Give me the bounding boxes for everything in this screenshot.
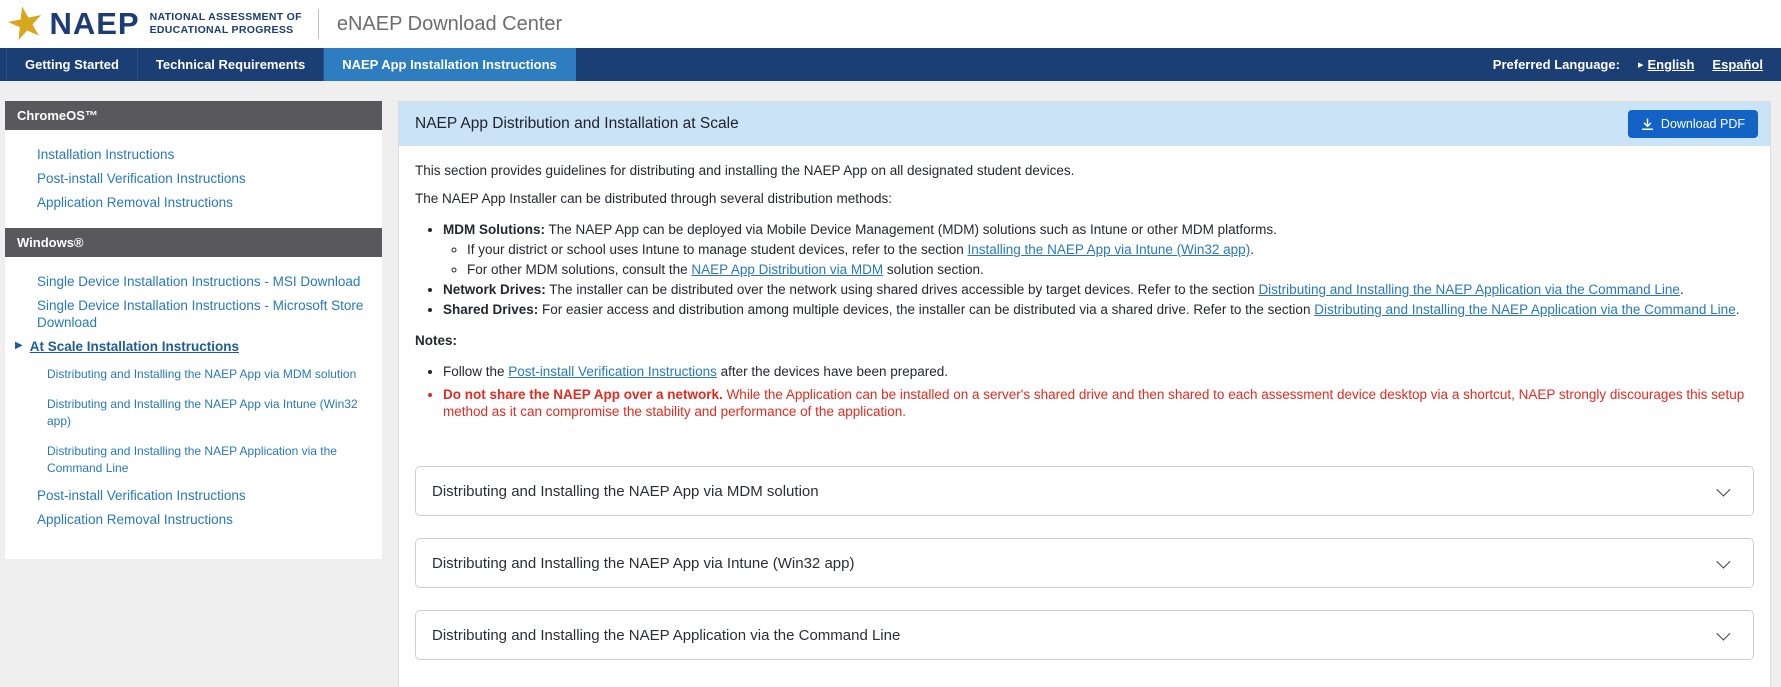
download-pdf-button[interactable]: Download PDF (1628, 110, 1758, 138)
bullet-network-drives-text: The installer can be distributed over th… (546, 282, 1259, 297)
notes-list: Follow the Post-install Verification Ins… (415, 363, 1754, 420)
link-installing-naep-app-via-intune[interactable]: Installing the NAEP App via Intune (Win3… (968, 242, 1251, 257)
sidebar-item-windows-application-removal[interactable]: Application Removal Instructions (5, 507, 372, 531)
link-command-line-network[interactable]: Distributing and Installing the NAEP App… (1258, 282, 1680, 297)
bullet-shared-drives: Shared Drives: For easier access and dis… (443, 301, 1754, 318)
accordion-mdm-solution-title: Distributing and Installing the NAEP App… (432, 483, 819, 500)
sidebar-item-at-scale-row: ▶ At Scale Installation Instructions (5, 334, 372, 359)
sidebar-chromeos-list: Installation Instructions Post-install V… (5, 130, 382, 228)
accordion-group: Distributing and Installing the NAEP App… (415, 466, 1754, 660)
accordion-command-line[interactable]: Distributing and Installing the NAEP App… (415, 610, 1754, 660)
sidebar-item-windows-post-install-verification[interactable]: Post-install Verification Instructions (5, 483, 372, 507)
note-warning-label: Do not share the NAEP App over a network… (443, 387, 723, 402)
sidebar-item-windows-single-device-ms-store[interactable]: Single Device Installation Instructions … (5, 293, 372, 334)
bullet-network-drives-post: . (1680, 282, 1684, 297)
bullet-network-drives-label: Network Drives: (443, 282, 546, 297)
naep-logo-acronym: NAEP (49, 6, 139, 42)
chevron-down-icon (1716, 555, 1730, 569)
nav-tab-getting-started[interactable]: Getting Started (6, 48, 138, 81)
link-naep-app-distribution-via-mdm[interactable]: NAEP App Distribution via MDM (691, 262, 883, 277)
nav-tabs: Getting Started Technical Requirements N… (0, 48, 576, 81)
note-post-install-pre: Follow the (443, 364, 508, 379)
link-command-line-shared[interactable]: Distributing and Installing the NAEP App… (1314, 302, 1736, 317)
selected-language-arrow-icon: ▸ (1638, 58, 1644, 71)
sidebar-item-chromeos-post-install-verification[interactable]: Post-install Verification Instructions (5, 166, 372, 190)
sidebar-item-chromeos-installation-instructions[interactable]: Installation Instructions (5, 142, 372, 166)
sub-bullet-other-mdm-text: For other MDM solutions, consult the (467, 262, 691, 277)
accordion-intune-win32[interactable]: Distributing and Installing the NAEP App… (415, 538, 1754, 588)
sidebar-subitem-distributing-via-mdm-solution[interactable]: Distributing and Installing the NAEP App… (5, 359, 372, 389)
language-english-link[interactable]: English (1647, 57, 1694, 72)
bullet-shared-drives-text: For easier access and distribution among… (538, 302, 1314, 317)
sidebar-subitem-distributing-via-command-line[interactable]: Distributing and Installing the NAEP App… (5, 436, 372, 483)
sidebar-item-windows-at-scale-installation[interactable]: At Scale Installation Instructions (28, 338, 239, 355)
nav-tab-technical-requirements[interactable]: Technical Requirements (138, 48, 324, 81)
bullet-shared-drives-label: Shared Drives: (443, 302, 538, 317)
header-divider (318, 9, 319, 39)
bullet-shared-drives-post: . (1736, 302, 1740, 317)
download-pdf-label: Download PDF (1661, 117, 1745, 131)
sidebar-windows-list: Single Device Installation Instructions … (5, 257, 382, 545)
site-header: ★ NAEP NATIONAL ASSESSMENT OF EDUCATIONA… (0, 0, 1781, 48)
page-title: NAEP App Distribution and Installation a… (415, 115, 739, 133)
sidebar-subitem-distributing-via-intune-win32[interactable]: Distributing and Installing the NAEP App… (5, 389, 372, 436)
sidebar-section-windows-header: Windows® (5, 228, 382, 257)
naep-logo-subtitle: NATIONAL ASSESSMENT OF EDUCATIONAL PROGR… (150, 11, 302, 37)
naep-star-icon: ★ (2, 0, 50, 50)
sub-bullet-other-mdm: For other MDM solutions, consult the NAE… (467, 261, 1754, 278)
naep-logo-subtitle-line1: NATIONAL ASSESSMENT OF (150, 11, 302, 24)
bullet-mdm-solutions-text: The NAEP App can be deployed via Mobile … (545, 222, 1277, 237)
sub-bullet-intune: If your district or school uses Intune t… (467, 241, 1754, 258)
accordion-command-line-title: Distributing and Installing the NAEP App… (432, 627, 900, 644)
chevron-down-icon (1716, 627, 1730, 641)
content-panel-body: This section provides guidelines for dis… (399, 146, 1770, 687)
sub-bullet-intune-post: . (1250, 242, 1254, 257)
accordion-mdm-solution[interactable]: Distributing and Installing the NAEP App… (415, 466, 1754, 516)
sidebar-section-chromeos-header: ChromeOS™ (5, 101, 382, 130)
sidebar-item-windows-single-device-msi[interactable]: Single Device Installation Instructions … (5, 269, 372, 293)
primary-nav: Getting Started Technical Requirements N… (0, 48, 1781, 81)
bullet-network-drives: Network Drives: The installer can be dis… (443, 281, 1754, 298)
mdm-sub-list: If your district or school uses Intune t… (443, 241, 1754, 278)
language-espanol-link[interactable]: Español (1712, 57, 1763, 72)
note-post-install-post: after the devices have been prepared. (717, 364, 948, 379)
sub-bullet-intune-text: If your district or school uses Intune t… (467, 242, 968, 257)
preferred-language-label: Preferred Language: (1493, 57, 1620, 72)
bullet-mdm-solutions-label: MDM Solutions: (443, 222, 545, 237)
naep-logo[interactable]: ★ NAEP NATIONAL ASSESSMENT OF EDUCATIONA… (6, 2, 302, 46)
naep-logo-subtitle-line2: EDUCATIONAL PROGRESS (150, 24, 302, 37)
chevron-down-icon (1716, 483, 1730, 497)
content-panel-header: NAEP App Distribution and Installation a… (399, 102, 1770, 146)
main-content: NAEP App Distribution and Installation a… (398, 101, 1771, 687)
active-item-arrow-icon: ▶ (15, 338, 23, 354)
page-layout: ChromeOS™ Installation Instructions Post… (0, 81, 1781, 687)
distribution-methods-list: MDM Solutions: The NAEP App can be deplo… (415, 221, 1754, 318)
download-icon (1641, 118, 1654, 131)
notes-heading: Notes: (415, 332, 1754, 349)
accordion-intune-win32-title: Distributing and Installing the NAEP App… (432, 555, 854, 572)
note-post-install: Follow the Post-install Verification Ins… (443, 363, 1754, 380)
bullet-mdm-solutions: MDM Solutions: The NAEP App can be deplo… (443, 221, 1754, 278)
selected-language: ▸ English (1638, 57, 1694, 72)
language-switcher: Preferred Language: ▸ English Español (1493, 48, 1781, 81)
site-title: eNAEP Download Center (337, 13, 562, 36)
sidebar-nav: ChromeOS™ Installation Instructions Post… (5, 101, 382, 559)
note-do-not-share-warning: Do not share the NAEP App over a network… (443, 386, 1754, 420)
methods-paragraph: The NAEP App Installer can be distribute… (415, 190, 1754, 207)
link-post-install-verification-instructions[interactable]: Post-install Verification Instructions (508, 364, 717, 379)
nav-tab-naep-app-installation-instructions[interactable]: NAEP App Installation Instructions (324, 48, 576, 81)
intro-paragraph: This section provides guidelines for dis… (415, 162, 1754, 179)
sidebar-item-chromeos-application-removal[interactable]: Application Removal Instructions (5, 190, 372, 214)
sub-bullet-other-mdm-post: solution section. (883, 262, 984, 277)
